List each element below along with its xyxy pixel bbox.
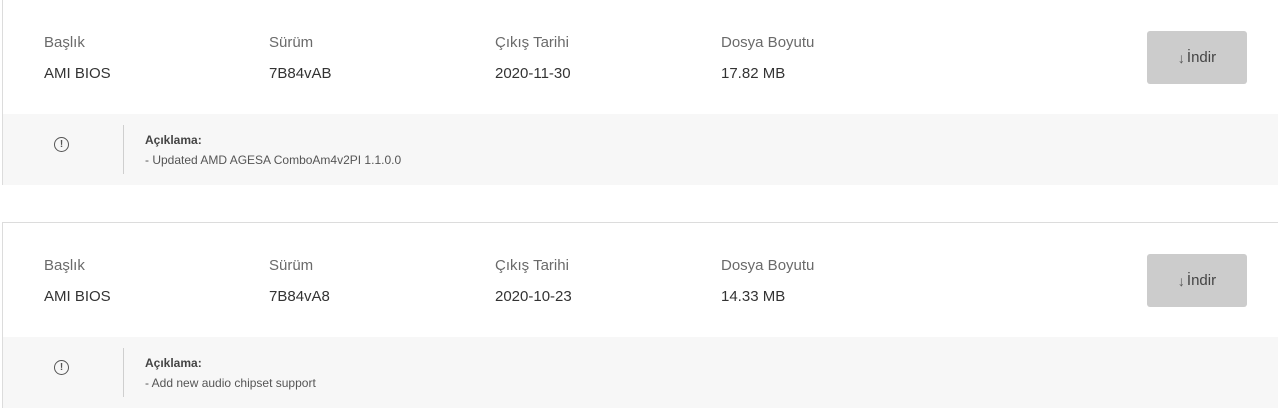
version-column: Sürüm 7B84vAB [269, 33, 332, 84]
title-label: Başlık [44, 34, 85, 51]
version-column: Sürüm 7B84vA8 [269, 256, 330, 307]
description-row: ! Açıklama: - Updated AMD AGESA ComboAm4… [3, 114, 1278, 185]
description-row: ! Açıklama: - Add new audio chipset supp… [3, 337, 1278, 408]
title-value: AMI BIOS [44, 65, 111, 82]
title-column: Başlık AMI BIOS [44, 256, 111, 307]
file-size-column: Dosya Boyutu 14.33 MB [721, 256, 814, 307]
bios-info-row: Başlık AMI BIOS Sürüm 7B84vA8 Çıkış Tari… [3, 223, 1278, 337]
divider [123, 125, 124, 174]
release-date-label: Çıkış Tarihi [495, 257, 569, 274]
file-size-label: Dosya Boyutu [721, 34, 815, 51]
download-arrow-icon: ↓ [1177, 49, 1185, 66]
description-text: - Add new audio chipset support [145, 376, 316, 390]
download-button[interactable]: ↓ İndir [1147, 254, 1247, 307]
download-button-label: İndir [1186, 272, 1217, 289]
description-text: - Updated AMD AGESA ComboAm4v2PI 1.1.0.0 [145, 153, 402, 167]
file-size-value: 14.33 MB [721, 288, 786, 305]
version-value: 7B84vA8 [269, 288, 330, 305]
file-size-column: Dosya Boyutu 17.82 MB [721, 33, 814, 84]
title-value: AMI BIOS [44, 288, 111, 305]
file-size-value: 17.82 MB [721, 65, 786, 82]
release-date-label: Çıkış Tarihi [495, 34, 569, 51]
description-title: Açıklama: [145, 356, 202, 370]
exclamation-circle-icon: ! [54, 360, 69, 375]
description-title: Açıklama: [145, 133, 202, 147]
version-label: Sürüm [269, 34, 314, 51]
divider [123, 348, 124, 397]
download-arrow-icon: ↓ [1177, 272, 1185, 289]
file-size-label: Dosya Boyutu [721, 257, 815, 274]
download-button-label: İndir [1186, 49, 1217, 66]
exclamation-circle-icon: ! [54, 137, 69, 152]
version-label: Sürüm [269, 257, 314, 274]
release-date-value: 2020-10-23 [495, 288, 572, 305]
bios-info-row: Başlık AMI BIOS Sürüm 7B84vAB Çıkış Tari… [3, 0, 1278, 114]
version-value: 7B84vAB [269, 65, 332, 82]
title-label: Başlık [44, 257, 85, 274]
release-date-value: 2020-11-30 [495, 65, 571, 82]
title-column: Başlık AMI BIOS [44, 33, 111, 84]
download-button[interactable]: ↓ İndir [1147, 31, 1247, 84]
bios-entry-card: Başlık AMI BIOS Sürüm 7B84vA8 Çıkış Tari… [2, 222, 1278, 408]
release-date-column: Çıkış Tarihi 2020-10-23 [495, 256, 572, 307]
release-date-column: Çıkış Tarihi 2020-11-30 [495, 33, 571, 84]
bios-entry-card: Başlık AMI BIOS Sürüm 7B84vAB Çıkış Tari… [2, 0, 1278, 185]
